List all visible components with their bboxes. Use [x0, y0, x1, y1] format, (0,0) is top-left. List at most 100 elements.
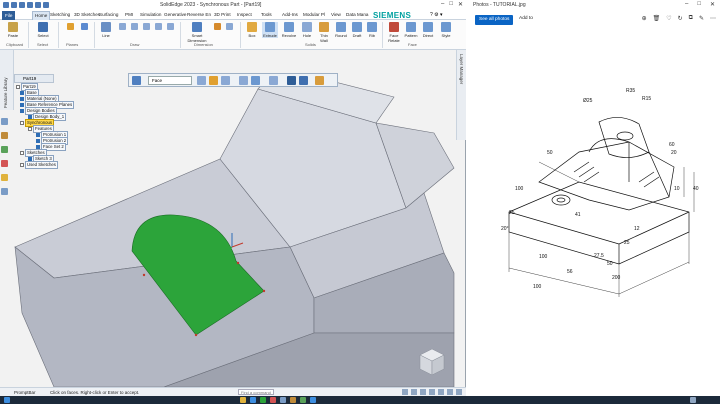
pan-icon[interactable] — [429, 389, 435, 395]
line-button[interactable]: Line — [98, 22, 114, 38]
tree-node[interactable]: Used Sketches — [20, 161, 58, 169]
planes-button[interactable] — [64, 23, 76, 31]
photos-window-controls[interactable]: – □ ✕ — [685, 1, 715, 8]
browser-icon[interactable] — [250, 397, 256, 403]
see-all-photos-button[interactable]: See all photos — [475, 15, 513, 25]
round-button[interactable]: Round — [334, 22, 348, 38]
graphics-viewport[interactable] — [14, 73, 456, 387]
coord-button[interactable] — [78, 23, 90, 31]
add-to-button[interactable]: Add to — [519, 16, 533, 21]
app-icon[interactable] — [270, 397, 276, 403]
maximize-icon[interactable]: □ — [697, 1, 701, 8]
fit-icon[interactable] — [299, 76, 308, 85]
family-icon[interactable] — [1, 160, 8, 167]
shading-icon[interactable] — [456, 389, 462, 395]
rotate-icon[interactable]: ↻ — [678, 15, 683, 22]
minimize-icon[interactable]: – — [685, 1, 688, 8]
tab-3d-print[interactable]: 3D Print — [214, 12, 231, 17]
relate-button[interactable] — [212, 23, 222, 31]
document-tab[interactable]: Part19 — [14, 74, 54, 83]
accept-icon[interactable] — [209, 76, 218, 85]
pattern-button[interactable]: Pattern — [403, 22, 419, 38]
thin-wall-button[interactable]: Thin Wall — [316, 22, 332, 43]
key-icon[interactable] — [1, 174, 8, 181]
app-icon[interactable] — [280, 397, 286, 403]
tab-pmi[interactable]: PMI — [125, 12, 133, 17]
maximize-icon[interactable]: □ — [449, 1, 453, 8]
rectangle-button[interactable] — [141, 23, 151, 31]
zoom-icon[interactable] — [287, 76, 296, 85]
explorer-icon[interactable] — [240, 397, 246, 403]
style-button[interactable]: Style — [438, 22, 454, 38]
fit-view-icon[interactable] — [420, 389, 426, 395]
face-relate-button[interactable]: Face Relate — [386, 22, 402, 43]
promptbar-label[interactable]: PromptBar — [14, 390, 36, 395]
heart-icon[interactable]: ♡ — [666, 15, 671, 22]
tab-modular-plant[interactable]: Modular Pl — [303, 12, 325, 17]
app-icon[interactable] — [300, 397, 306, 403]
close-icon[interactable]: ✕ — [710, 1, 715, 8]
feature-library-tab[interactable]: Feature Library — [0, 50, 14, 110]
tab-view[interactable]: View — [331, 12, 341, 17]
expand-icon[interactable] — [20, 162, 24, 167]
close-cmd-icon[interactable] — [315, 76, 324, 85]
smart-dimension-button[interactable]: Smart Dimension — [185, 22, 209, 43]
rib-button[interactable]: Rib — [366, 22, 378, 38]
tab-3d-sketches[interactable]: 3D Sketches — [74, 12, 100, 17]
expand-icon[interactable] — [20, 150, 24, 155]
minimize-icon[interactable]: – — [441, 1, 444, 8]
tab-add-ins[interactable]: Add-Ins — [282, 12, 298, 17]
tab-sketching[interactable]: Sketching — [50, 12, 70, 17]
view-orient-icon[interactable] — [447, 389, 453, 395]
start-icon[interactable] — [4, 397, 10, 403]
tab-inspect[interactable]: Inspect — [237, 12, 252, 17]
layers-icon[interactable] — [1, 132, 8, 139]
settings-icon[interactable] — [1, 188, 8, 195]
app-icon[interactable] — [310, 397, 316, 403]
zoom-in-icon[interactable] — [402, 389, 408, 395]
hole-button[interactable]: Hole — [300, 22, 314, 38]
tab-reverse-engineering[interactable]: Reverse En — [187, 12, 211, 17]
notification-icon[interactable] — [690, 397, 696, 403]
circle-button[interactable] — [129, 23, 139, 31]
tab-home[interactable]: Home — [32, 11, 51, 20]
layer-manager-tab[interactable]: Layer Manager — [456, 50, 466, 140]
tab-surfacing[interactable]: Surfacing — [99, 12, 118, 17]
tab-simulation[interactable]: Simulation — [140, 12, 161, 17]
tab-tools[interactable]: Tools — [261, 12, 272, 17]
zoom-icon[interactable]: ⊕ — [642, 15, 647, 22]
tab-file[interactable]: File — [2, 11, 16, 20]
delete-icon[interactable]: 🗑 — [653, 15, 661, 22]
paste-button[interactable]: Paste — [4, 22, 22, 38]
annotate-button[interactable] — [224, 23, 234, 31]
face-handle-point[interactable] — [262, 289, 266, 293]
rotate-icon[interactable] — [438, 389, 444, 395]
options-icon[interactable] — [269, 76, 278, 85]
more-icon[interactable]: ⋯ — [710, 15, 716, 22]
filter-icon[interactable] — [197, 76, 206, 85]
select-filter-icon[interactable] — [132, 76, 141, 85]
box-button[interactable]: Box — [244, 22, 260, 38]
checkbox-icon[interactable] — [20, 108, 24, 113]
revolve-button[interactable]: Revolve — [280, 22, 298, 38]
face-handle-point[interactable] — [194, 333, 198, 337]
expand-icon[interactable] — [20, 120, 24, 125]
app-icon[interactable] — [290, 397, 296, 403]
extrude-button[interactable]: Extrude — [262, 22, 278, 38]
expand-icon[interactable] — [28, 126, 32, 131]
face-handle-point[interactable] — [142, 273, 146, 277]
fillet-button[interactable] — [165, 23, 175, 31]
tab-generative[interactable]: Generative — [164, 12, 186, 17]
draft-button[interactable]: Draft — [350, 22, 364, 38]
crop-icon[interactable]: ⧉ — [689, 15, 693, 22]
zoom-out-icon[interactable] — [411, 389, 417, 395]
relate-icon[interactable] — [251, 76, 260, 85]
select-button[interactable]: Select — [33, 22, 53, 38]
tab-data-management[interactable]: Data Mana — [346, 12, 368, 17]
sensor-icon[interactable] — [1, 146, 8, 153]
rules-icon[interactable] — [239, 76, 248, 85]
select-type-dropdown[interactable]: Face — [148, 76, 192, 85]
app-icon[interactable] — [260, 397, 266, 403]
arc-button[interactable] — [117, 23, 127, 31]
trim-button[interactable] — [153, 23, 163, 31]
